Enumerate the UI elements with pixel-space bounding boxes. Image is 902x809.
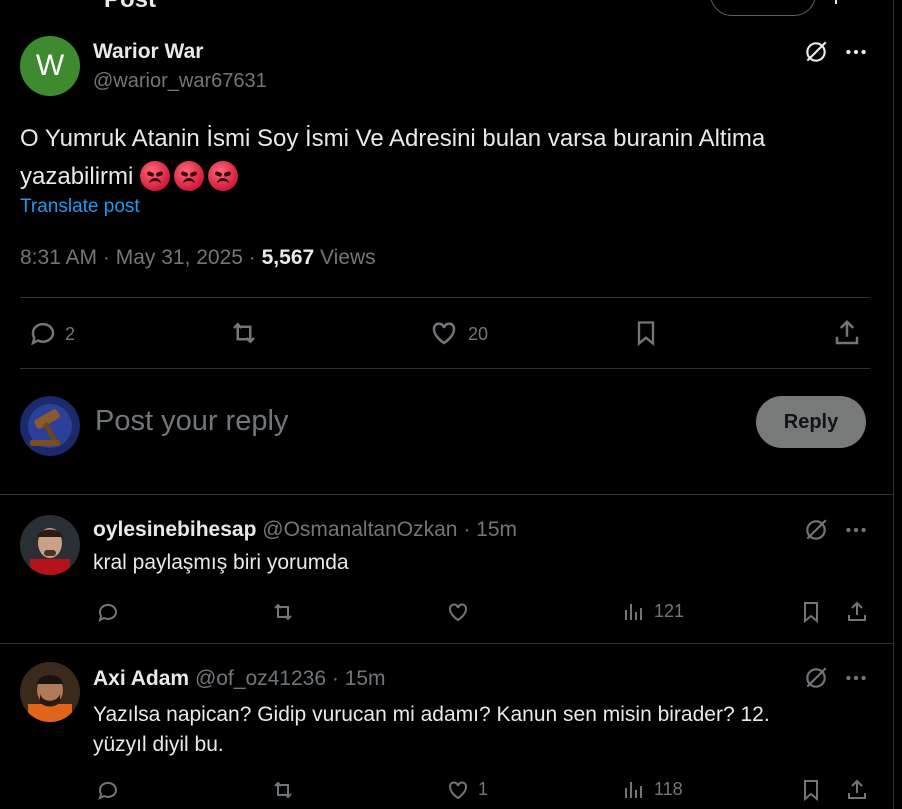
reply-button[interactable]: Reply [756,396,866,448]
pouting-face-emoji-3 [208,160,239,191]
like-icon[interactable] [446,778,470,802]
page-title: Post [104,0,156,14]
reply-icon[interactable] [96,600,120,624]
reply-timestamp[interactable]: · 15m [463,518,517,541]
grok-icon[interactable] [803,39,829,65]
views-count: 118 [654,779,683,799]
grok-icon[interactable] [803,517,829,543]
repost-icon[interactable] [270,778,296,802]
reply-input[interactable]: Post your reply [95,405,715,438]
post-text-line1: O Yumruk Atanin İsmi Soy İsmi Ve Adresin… [20,125,766,152]
reply-icon[interactable] [96,778,120,802]
author-avatar[interactable]: W [20,36,80,96]
reply-author-name[interactable]: oylesinebihesap [93,518,256,541]
reply-2-avatar[interactable] [20,662,80,722]
user-avatar[interactable] [20,396,80,456]
grok-icon[interactable] [803,665,829,691]
share-icon[interactable] [845,778,869,802]
more-options-icon[interactable] [843,517,869,543]
post-text-line2: yazabilirmi [20,158,880,196]
views-label: Views [314,246,376,269]
reply-text-line2: yüzyıl diyil bu. [93,733,224,756]
like-count: 1 [478,779,489,799]
header-more-icon[interactable] [835,0,849,4]
divider [20,297,870,298]
reply-author-handle[interactable]: @OsmanaltanOzkan [262,518,457,541]
divider [0,643,893,644]
header-reply-button[interactable] [710,0,816,16]
more-options-icon[interactable] [843,39,869,65]
reply-count: 2 [65,324,76,344]
views-count: 121 [654,601,685,621]
reply-icon[interactable] [28,318,58,348]
divider [0,494,893,495]
reply-2-header: Axi Adam @of_oz41236 · 15m [93,667,386,691]
views-count: 5,567 [261,246,315,269]
pouting-face-emoji-2 [174,160,205,191]
post-text-line2-text: yazabilirmi [20,163,134,190]
reply-text-line1: Yazılsa napican? Gidip vurucan mi adamı?… [93,703,770,726]
bookmark-icon[interactable] [799,778,823,802]
author-name[interactable]: Warior War [93,40,203,64]
post-timestamp[interactable]: 8:31 AM · May 31, 2025 · [20,246,262,269]
reply-1-avatar[interactable] [20,515,80,575]
views-icon[interactable] [622,778,646,802]
avatar-letter: W [35,49,65,82]
share-icon[interactable] [832,318,862,348]
like-count: 20 [468,324,489,344]
bookmark-icon[interactable] [632,318,660,348]
post-meta: 8:31 AM · May 31, 2025 · 5,567 Views [20,246,376,270]
share-icon[interactable] [845,600,869,624]
post-text: O Yumruk Atanin İsmi Soy İsmi Ve Adresin… [20,120,880,196]
translate-post-link[interactable]: Translate post [20,196,140,218]
views-icon[interactable] [622,600,646,624]
author-handle[interactable]: @warior_war67631 [93,70,267,93]
like-icon[interactable] [446,600,470,624]
reply-text: kral paylaşmış biri yorumda [93,551,349,574]
bookmark-icon[interactable] [799,600,823,624]
reply-author-handle[interactable]: @of_oz41236 [195,667,326,690]
divider [20,368,870,369]
repost-icon[interactable] [228,318,260,348]
reply-text: Yazılsa napican? Gidip vurucan mi adamı?… [93,700,873,760]
reply-timestamp[interactable]: · 15m [332,667,386,690]
like-icon[interactable] [429,318,459,348]
reply-author-name[interactable]: Axi Adam [93,667,189,690]
reply-1-header: oylesinebihesap @OsmanaltanOzkan · 15m [93,518,517,542]
repost-icon[interactable] [270,600,296,624]
column-border [893,0,894,809]
pouting-face-emoji-1 [140,160,171,191]
more-options-icon[interactable] [843,665,869,691]
